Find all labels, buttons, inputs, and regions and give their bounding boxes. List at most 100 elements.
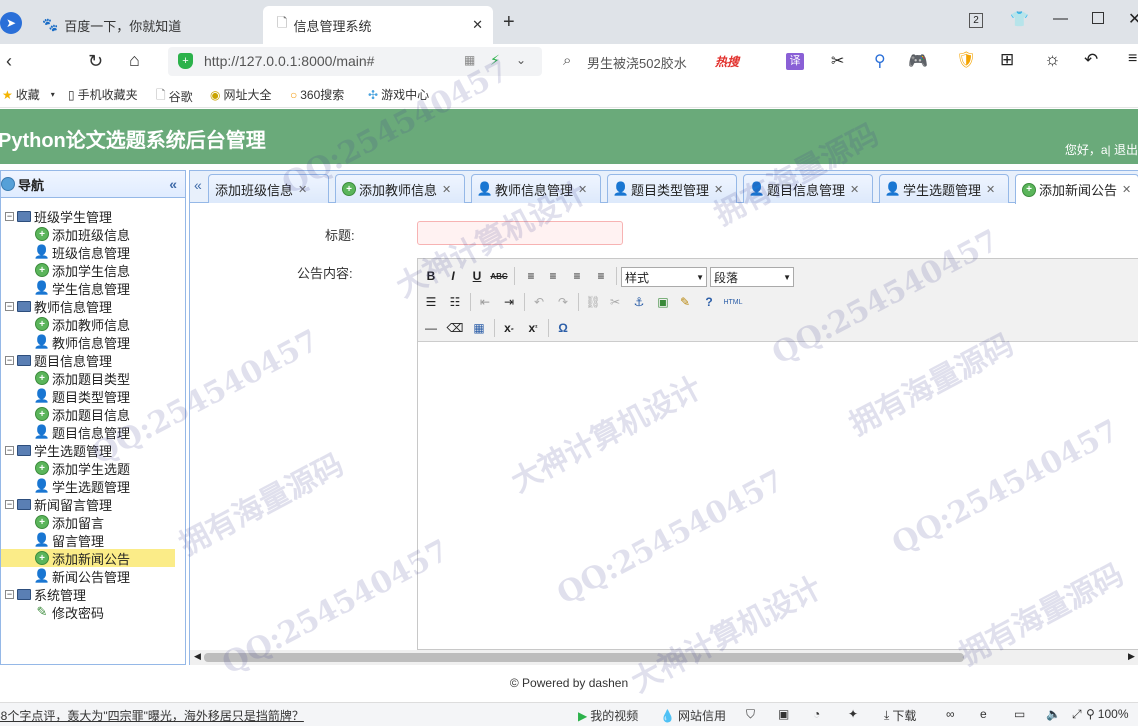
- collapse-toggle-icon[interactable]: −: [5, 355, 14, 365]
- undo-icon[interactable]: ↶: [1084, 50, 1098, 70]
- tree-item[interactable]: 👤 题目类型管理: [34, 387, 130, 405]
- redo-icon[interactable]: ↷: [554, 293, 572, 311]
- new-tab-button[interactable]: +: [503, 11, 515, 34]
- home-button[interactable]: ⌂: [129, 50, 140, 71]
- user-greeting[interactable]: 您好，a| 退出: [1065, 141, 1138, 158]
- tree-item[interactable]: 👤 学生信息管理: [34, 279, 130, 297]
- tab-count-badge[interactable]: 2: [969, 13, 983, 28]
- tree-item[interactable]: 👤 班级信息管理: [34, 243, 130, 261]
- content-tab[interactable]: 👤 学生选题管理 ✕: [879, 174, 1009, 203]
- tree-group[interactable]: − 系统管理: [5, 585, 86, 603]
- content-tab[interactable]: 👤 教师信息管理 ✕: [471, 174, 601, 203]
- scroll-left-icon[interactable]: ◀: [194, 651, 201, 662]
- tree-item[interactable]: + 添加新闻公告: [1, 549, 175, 567]
- subscript-icon[interactable]: x₂: [500, 319, 518, 337]
- bookmark-360[interactable]: ○ 360搜索: [290, 86, 344, 103]
- tree-item[interactable]: 👤 教师信息管理: [34, 333, 130, 351]
- tree-item[interactable]: + 添加题目信息: [35, 405, 130, 423]
- tree-group[interactable]: − 题目信息管理: [5, 351, 112, 369]
- status-broom-icon[interactable]: ✦: [848, 707, 858, 721]
- scrollbar-thumb[interactable]: [204, 653, 964, 662]
- collapse-toggle-icon[interactable]: −: [5, 589, 14, 599]
- align-left-icon[interactable]: ≡: [522, 267, 540, 285]
- tree-item[interactable]: + 添加留言: [35, 513, 104, 531]
- collapse-sidebar-icon[interactable]: «: [169, 176, 177, 192]
- close-window-button[interactable]: ✕: [1128, 9, 1138, 29]
- browser-tab-active[interactable]: 🗋 信息管理系统 ✕: [263, 6, 493, 44]
- status-ie-icon[interactable]: e: [980, 707, 987, 721]
- bookmark-games[interactable]: ✣ 游戏中心: [368, 86, 429, 103]
- bookmark-google[interactable]: 🗋 谷歌: [156, 86, 193, 107]
- strikethrough-button[interactable]: ABC: [490, 267, 508, 285]
- content-tab[interactable]: 👤 题目类型管理 ✕: [607, 174, 737, 203]
- table-icon[interactable]: ▦: [470, 319, 488, 337]
- my-video-button[interactable]: ▶ 我的视频: [578, 707, 638, 724]
- tree-group[interactable]: − 教师信息管理: [5, 297, 112, 315]
- status-speed-icon[interactable]: ◔: [813, 707, 820, 721]
- browser-tab-baidu[interactable]: 🐾 百度一下，你就知道: [36, 6, 256, 44]
- status-cut-icon[interactable]: ⤢: [1072, 707, 1082, 722]
- status-glasses-icon[interactable]: ∞: [946, 707, 955, 721]
- magnifier-icon[interactable]: ⚲: [874, 51, 886, 71]
- special-char-icon[interactable]: Ω: [554, 319, 572, 337]
- menu-icon[interactable]: ≡: [1128, 50, 1137, 68]
- site-credit-button[interactable]: 💧 网站信用: [660, 707, 726, 724]
- help-icon[interactable]: ?: [700, 293, 718, 311]
- unlink-icon[interactable]: ✂: [606, 293, 624, 311]
- news-ticker[interactable]: 58个字点评，轰大为"四宗罪"曝光，海外移居只是挡箭牌？: [0, 707, 304, 724]
- bold-button[interactable]: B: [422, 267, 440, 285]
- content-tab[interactable]: + 添加教师信息 ✕: [335, 174, 465, 203]
- status-image-icon[interactable]: ▣: [778, 707, 789, 721]
- horizontal-scrollbar[interactable]: ◀ ▶: [190, 650, 1138, 665]
- tree-group[interactable]: − 学生选题管理: [5, 441, 112, 459]
- content-tab[interactable]: 👤 题目信息管理 ✕: [743, 174, 873, 203]
- collapse-toggle-icon[interactable]: −: [5, 499, 14, 509]
- zoom-level[interactable]: ⚲ 100%: [1086, 707, 1129, 721]
- tree-group[interactable]: − 班级学生管理: [5, 207, 112, 225]
- content-tab[interactable]: + 添加新闻公告 ✕: [1015, 174, 1138, 204]
- url-box[interactable]: + http://127.0.0.1:8000/main# ▦ ⚡ ⌄: [168, 47, 542, 76]
- link-icon[interactable]: ⛓: [584, 293, 602, 311]
- title-input[interactable]: [417, 221, 623, 245]
- search-box[interactable]: ⌕ 男生被浇502胶水 热搜: [555, 47, 775, 76]
- close-tab-icon[interactable]: ✕: [850, 183, 859, 196]
- reload-button[interactable]: ↻: [88, 51, 103, 72]
- tree-item[interactable]: + 添加班级信息: [35, 225, 130, 243]
- status-window-icon[interactable]: ▭: [1014, 707, 1025, 721]
- download-button[interactable]: ⤓ 下载: [884, 707, 916, 724]
- style-select[interactable]: 样式 ▼: [621, 267, 707, 287]
- shield-icon[interactable]: 🛡: [956, 50, 976, 70]
- align-justify-icon[interactable]: ≡: [592, 267, 610, 285]
- paragraph-select[interactable]: 段落 ▼: [710, 267, 794, 287]
- collapse-toggle-icon[interactable]: −: [5, 301, 14, 311]
- image-icon[interactable]: ▣: [654, 293, 672, 311]
- scroll-right-icon[interactable]: ▶: [1128, 651, 1135, 662]
- underline-button[interactable]: U: [468, 267, 486, 285]
- translate-button[interactable]: 译: [786, 53, 804, 70]
- editor-content-area[interactable]: [418, 343, 1138, 649]
- bookmark-hao[interactable]: ◉ 网址大全: [210, 86, 272, 103]
- superscript-icon[interactable]: x²: [524, 319, 542, 337]
- tree-item[interactable]: 👤 题目信息管理: [34, 423, 130, 441]
- close-tab-icon[interactable]: ✕: [986, 183, 995, 196]
- close-tab-icon[interactable]: ✕: [298, 183, 307, 196]
- scissors-icon[interactable]: ✂: [831, 51, 844, 71]
- tree-item[interactable]: ✎ 修改密码: [35, 603, 104, 621]
- undo-icon[interactable]: ↶: [530, 293, 548, 311]
- tree-item[interactable]: + 添加题目类型: [35, 369, 130, 387]
- align-right-icon[interactable]: ≡: [568, 267, 586, 285]
- tree-item[interactable]: 👤 学生选题管理: [34, 477, 130, 495]
- brightness-icon[interactable]: ☼: [1044, 49, 1061, 70]
- cleanup-brush-icon[interactable]: ✎: [676, 293, 694, 311]
- tree-item[interactable]: + 添加学生选题: [35, 459, 130, 477]
- tree-item[interactable]: + 添加学生信息: [35, 261, 130, 279]
- chevron-down-icon[interactable]: ⌄: [516, 53, 526, 67]
- status-volume-icon[interactable]: 🔈: [1046, 707, 1061, 721]
- apps-grid-icon[interactable]: ⊞: [1000, 50, 1014, 70]
- minimize-button[interactable]: —: [1053, 10, 1068, 27]
- eraser-icon[interactable]: ⌫: [446, 319, 464, 337]
- back-button[interactable]: ‹: [6, 51, 12, 72]
- bookmark-favorites[interactable]: ★ 收藏 ▾: [2, 86, 55, 103]
- status-shield-icon[interactable]: ⛉: [746, 707, 755, 722]
- align-center-icon[interactable]: ≡: [544, 267, 562, 285]
